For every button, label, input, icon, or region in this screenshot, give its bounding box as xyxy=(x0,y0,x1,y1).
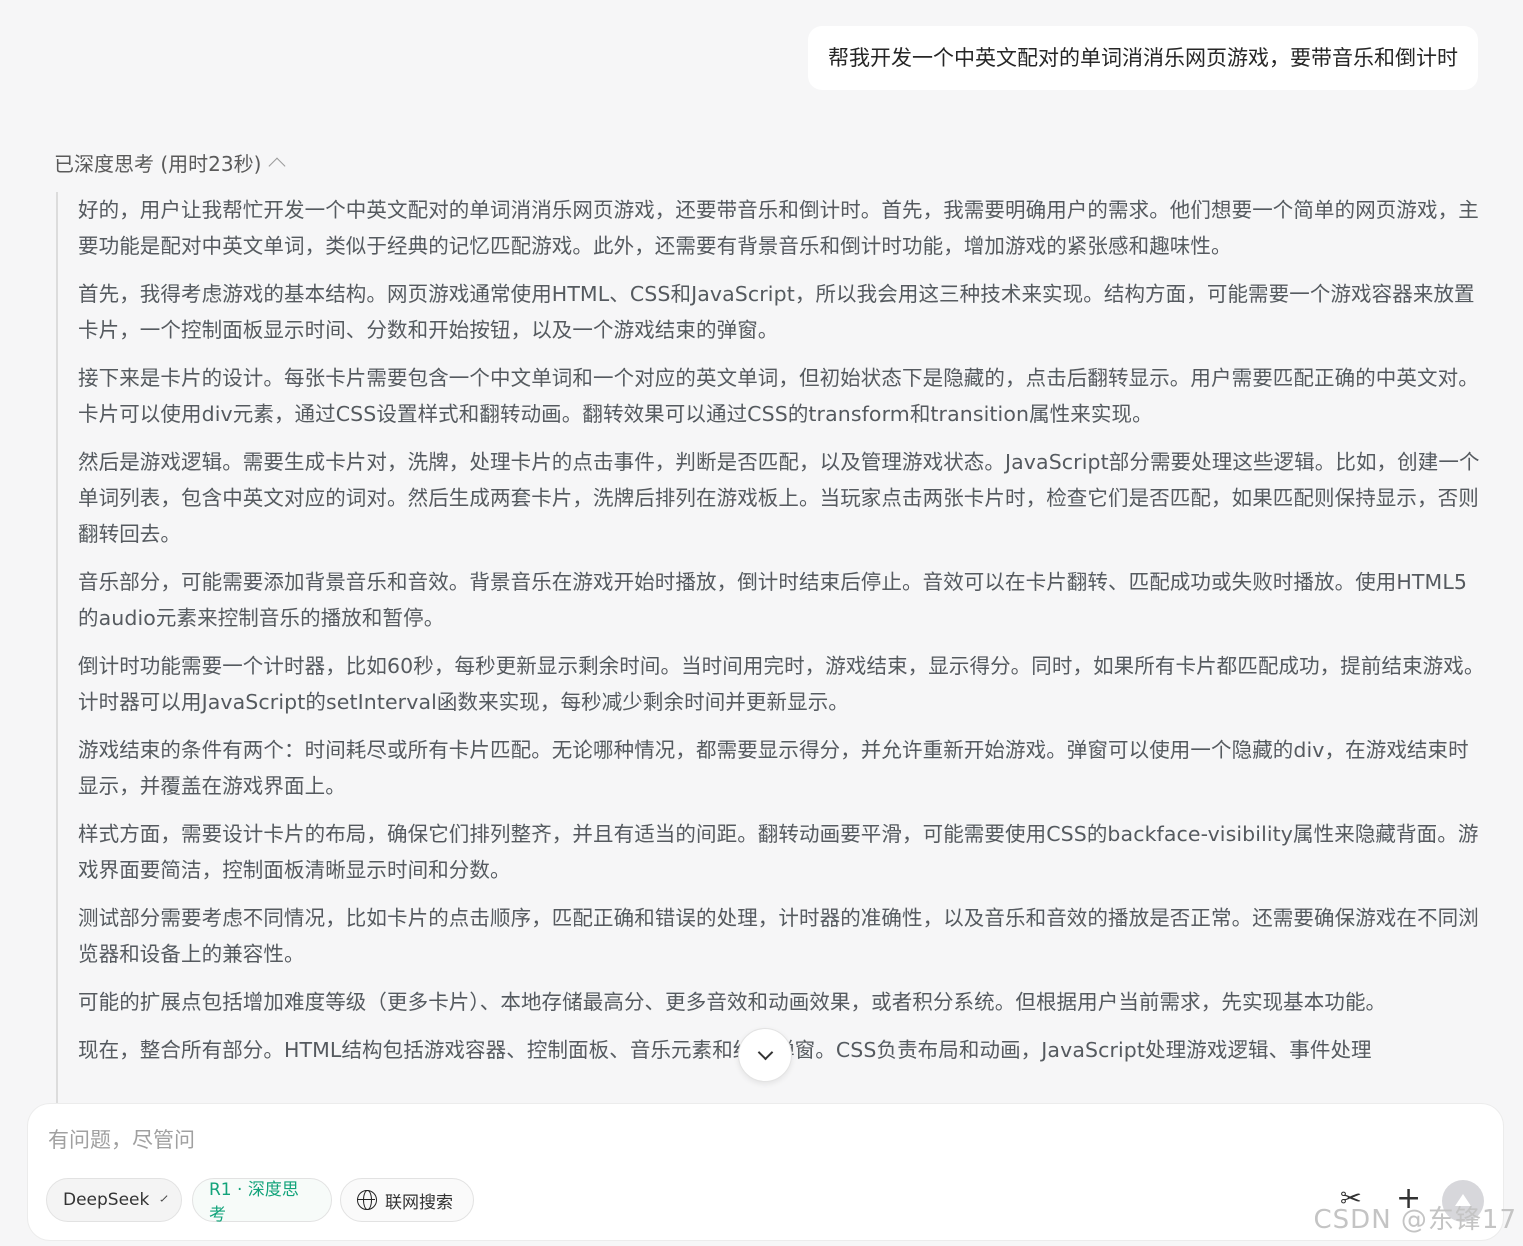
message-composer: 有问题，尽管问 DeepSeek R1 · 深度思考 联网搜索 ✂ + xyxy=(28,1104,1503,1240)
chat-page: 帮我开发一个中英文配对的单词消消乐网页游戏，要带音乐和倒计时 已深度思考 (用时… xyxy=(0,0,1523,1246)
deep-think-toggle[interactable]: R1 · 深度思考 xyxy=(192,1178,332,1225)
web-search-label: 联网搜索 xyxy=(385,1192,453,1213)
chevron-up-icon xyxy=(268,157,286,174)
web-search-toggle[interactable]: 联网搜索 xyxy=(340,1178,474,1222)
chevron-down-icon xyxy=(160,1194,168,1202)
thinking-paragraph: 然后是游戏逻辑。需要生成卡片对，洗牌，处理卡片的点击事件，判断是否匹配，以及管理… xyxy=(78,450,1480,546)
watermark: CSDN @东锋17 xyxy=(1313,1205,1517,1235)
thinking-toggle[interactable]: 已深度思考 (用时23秒) xyxy=(54,148,286,177)
thinking-header-label: 已深度思考 (用时23秒) xyxy=(54,152,262,176)
scroll-to-bottom-button[interactable] xyxy=(738,1028,792,1082)
chevron-down-icon xyxy=(757,1044,773,1061)
globe-icon xyxy=(357,1190,377,1210)
deep-think-label: R1 · 深度思考 xyxy=(209,1180,299,1225)
thinking-paragraph: 样式方面，需要设计卡片的布局，确保它们排列整齐，并且有适当的间距。翻转动画要平滑… xyxy=(78,822,1479,882)
thinking-paragraph: 倒计时功能需要一个计时器，比如60秒，每秒更新显示剩余时间。当时间用完时，游戏结… xyxy=(78,654,1485,714)
thinking-paragraph: 接下来是卡片的设计。每张卡片需要包含一个中文单词和一个对应的英文单词，但初始状态… xyxy=(78,366,1479,426)
thinking-paragraph: 测试部分需要考虑不同情况，比如卡片的点击顺序，匹配正确和错误的处理，计时器的准确… xyxy=(78,906,1479,966)
thinking-paragraph: 游戏结束的条件有两个：时间耗尽或所有卡片匹配。无论哪种情况，都需要显示得分，并允… xyxy=(78,738,1469,798)
message-input[interactable]: 有问题，尽管问 xyxy=(48,1124,195,1154)
model-selector-button[interactable]: DeepSeek xyxy=(46,1178,182,1222)
thinking-paragraph: 首先，我得考虑游戏的基本结构。网页游戏通常使用HTML、CSS和JavaScri… xyxy=(78,282,1475,342)
user-message-bubble: 帮我开发一个中英文配对的单词消消乐网页游戏，要带音乐和倒计时 xyxy=(808,26,1478,90)
thinking-paragraph: 好的，用户让我帮忙开发一个中英文配对的单词消消乐网页游戏，还要带音乐和倒计时。首… xyxy=(78,198,1479,258)
model-selector-label: DeepSeek xyxy=(63,1190,150,1210)
thinking-content: 好的，用户让我帮忙开发一个中英文配对的单词消消乐网页游戏，还要带音乐和倒计时。首… xyxy=(56,192,1486,1122)
thinking-paragraph: 可能的扩展点包括增加难度等级（更多卡片）、本地存储最高分、更多音效和动画效果，或… xyxy=(78,990,1387,1014)
thinking-paragraph: 音乐部分，可能需要添加背景音乐和音效。背景音乐在游戏开始时播放，倒计时结束后停止… xyxy=(78,570,1467,630)
